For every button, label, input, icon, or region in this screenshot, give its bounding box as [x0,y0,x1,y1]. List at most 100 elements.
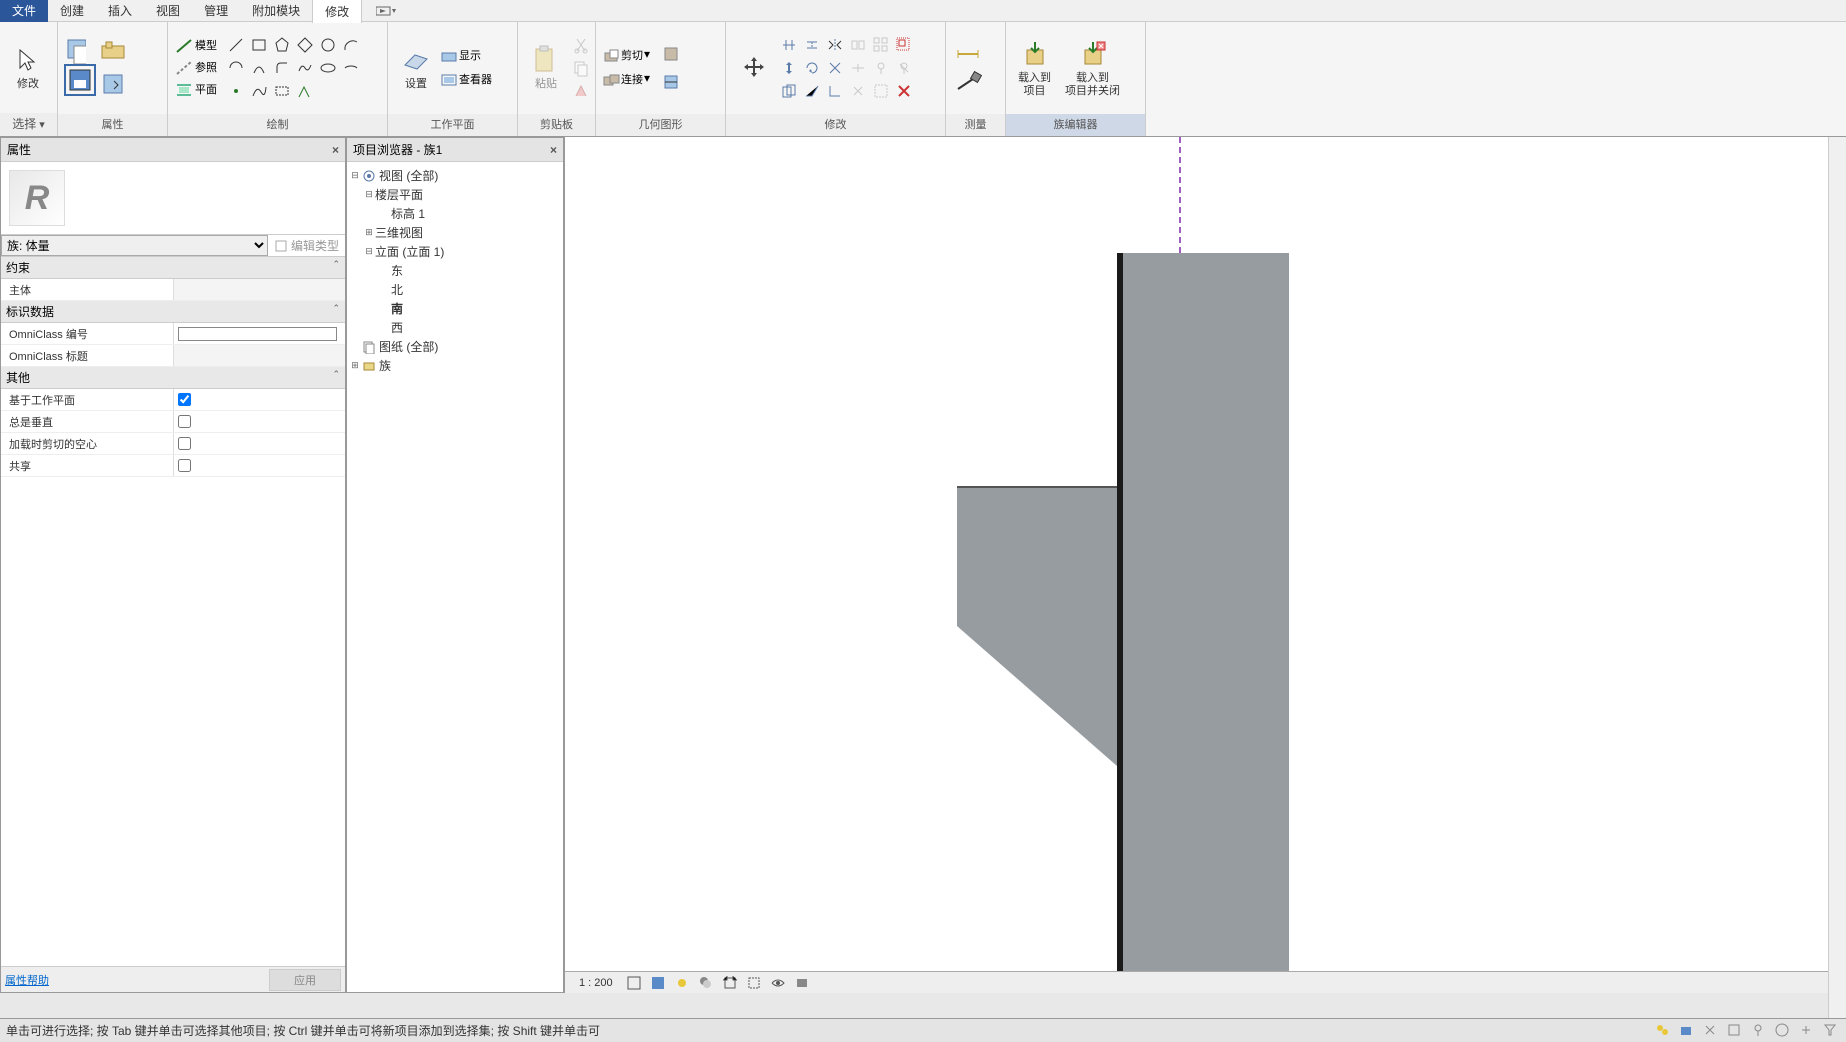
modify-button[interactable]: 修改 [6,42,50,93]
draw-spline2-icon[interactable] [248,80,270,102]
detail-level-icon[interactable] [625,974,643,992]
mirror-pick-button[interactable] [847,34,869,56]
vertical-scrollbar[interactable] [1828,137,1846,1018]
set-workplane-button[interactable]: 设置 [394,42,438,93]
paste-button[interactable]: 粘贴 [524,42,568,93]
split-button[interactable] [847,57,869,79]
ref-line-button[interactable]: 参照 [174,59,217,77]
menu-view[interactable]: 视图 [144,0,192,22]
properties-button[interactable] [64,64,96,96]
cut-button[interactable] [570,34,592,56]
worksets-icon[interactable] [1654,1022,1672,1040]
close-properties-icon[interactable]: × [332,143,339,157]
measure-button[interactable] [952,69,984,97]
menu-file[interactable]: 文件 [0,0,48,22]
tree-elevations[interactable]: ⊟立面 (立面 1) [349,242,561,261]
ref-plane-button[interactable]: 平面 [174,81,217,99]
draw-rect-icon[interactable] [248,34,270,56]
draw-pick-icon[interactable] [294,80,316,102]
draw-arc-icon[interactable] [340,34,362,56]
draw-circle-icon[interactable] [317,34,339,56]
draw-arc3-icon[interactable] [248,57,270,79]
corner-trim-button[interactable] [824,80,846,102]
aligned-dim-button[interactable] [952,40,984,68]
model-column-shape[interactable] [1117,253,1289,993]
visual-style-icon[interactable] [649,974,667,992]
offset-button[interactable] [801,34,823,56]
join-geom-button[interactable]: 连接 ▾ [602,71,650,89]
scale-button[interactable] [893,34,915,56]
apply-button[interactable]: 应用 [269,969,341,991]
tree-north[interactable]: 北 [349,280,561,299]
cut-geom-button[interactable]: 剪切 ▾ [602,47,650,65]
mirror-axis-button[interactable] [824,34,846,56]
demolish-button[interactable] [847,80,869,102]
move-tool-button[interactable] [732,50,776,86]
select-underlay-icon[interactable] [1726,1022,1744,1040]
family-types-button[interactable] [98,36,130,68]
pin-button[interactable] [870,57,892,79]
rotate-button[interactable] [801,57,823,79]
group-button[interactable] [870,80,892,102]
menu-create[interactable]: 创建 [48,0,96,22]
drag-elements-icon[interactable] [1798,1022,1816,1040]
draw-point-icon[interactable] [225,80,247,102]
menu-modify[interactable]: 修改 [312,0,362,23]
always-vertical-checkbox[interactable] [178,415,191,428]
select-face-icon[interactable] [1774,1022,1792,1040]
shared-checkbox[interactable] [178,459,191,472]
tree-views[interactable]: ⊟视图 (全部) [349,166,561,185]
model-bracket-shape[interactable] [957,486,1117,766]
draw-arc2-icon[interactable] [225,57,247,79]
tree-3d[interactable]: ⊞三维视图 [349,223,561,242]
cope-button[interactable] [660,43,682,65]
draw-ellipse-icon[interactable] [317,57,339,79]
editable-only-icon[interactable] [1678,1022,1696,1040]
type-selector[interactable]: 族: 体量 [1,235,268,256]
hide-isolate-icon[interactable] [769,974,787,992]
menu-manage[interactable]: 管理 [192,0,240,22]
show-workplane-button[interactable]: 显示 [440,47,492,65]
tree-east[interactable]: 东 [349,261,561,280]
select-links-icon[interactable] [1702,1022,1720,1040]
crop-region-icon[interactable] [745,974,763,992]
menu-addins[interactable]: 附加模块 [240,0,312,22]
type-properties-button[interactable] [64,41,86,63]
constraints-group-header[interactable]: 约束⌃ [1,257,345,279]
trim-button[interactable] [824,57,846,79]
match-button[interactable] [570,80,592,102]
draw-spline-icon[interactable] [294,57,316,79]
cut-voids-checkbox[interactable] [178,437,191,450]
load-into-project-button[interactable]: 载入到 项目 [1012,36,1057,100]
workplane-based-checkbox[interactable] [178,393,191,406]
split-face-button[interactable] [660,71,682,93]
view-scale[interactable]: 1 : 200 [573,977,619,989]
tree-floorplans[interactable]: ⊟楼层平面 [349,185,561,204]
move-button[interactable] [778,57,800,79]
tree-sheets[interactable]: 图纸 (全部) [349,337,561,356]
load-close-button[interactable]: 载入到 项目并关闭 [1059,36,1126,100]
omniclass-number-input[interactable] [178,327,337,341]
filter-icon[interactable] [1822,1022,1840,1040]
tree-level1[interactable]: 标高 1 [349,204,561,223]
crop-view-icon[interactable] [721,974,739,992]
align-button[interactable] [778,34,800,56]
properties-help-link[interactable]: 属性帮助 [5,972,49,988]
draw-poly-icon[interactable] [271,34,293,56]
draw-poly2-icon[interactable] [294,34,316,56]
draw-rect2-icon[interactable] [271,80,293,102]
draw-line-icon[interactable] [225,34,247,56]
play-dropdown-icon[interactable] [368,2,404,20]
identity-group-header[interactable]: 标识数据⌃ [1,301,345,323]
sun-path-icon[interactable] [673,974,691,992]
other-group-header[interactable]: 其他⌃ [1,367,345,389]
edit-type-button[interactable]: 编辑类型 [268,235,345,256]
close-browser-icon[interactable]: × [550,143,557,157]
tree-west[interactable]: 西 [349,318,561,337]
viewer-button[interactable]: 查看器 [440,71,492,89]
family-category-button[interactable] [98,69,130,101]
tree-families[interactable]: ⊞族 [349,356,561,375]
array-button[interactable] [870,34,892,56]
shadows-icon[interactable] [697,974,715,992]
select-pinned-icon[interactable] [1750,1022,1768,1040]
